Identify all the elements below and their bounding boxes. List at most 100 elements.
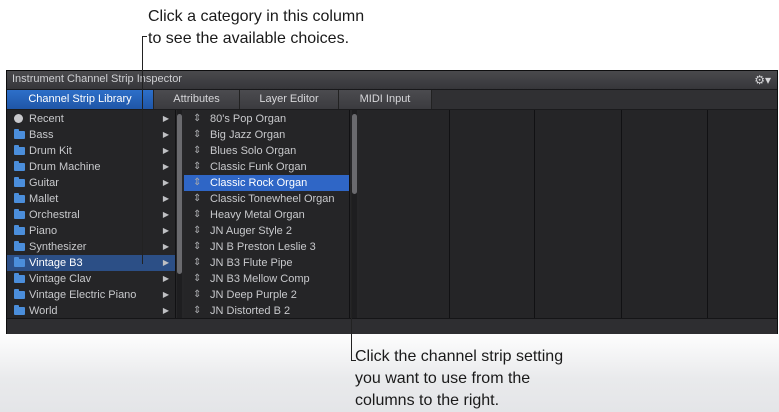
- folder-icon: [14, 161, 25, 171]
- chevron-right-icon: ▶: [162, 258, 169, 267]
- category-item-recent[interactable]: Recent ▶: [7, 111, 175, 127]
- setting-label: Blues Solo Organ: [210, 145, 297, 157]
- folder-icon: [14, 289, 25, 299]
- folder-icon: [14, 193, 25, 203]
- channel-strip-icon: ⇕: [193, 145, 202, 156]
- category-label: Piano: [29, 225, 58, 237]
- category-item-guitar[interactable]: Guitar ▶: [7, 175, 175, 191]
- callout-top-leader: [142, 36, 143, 264]
- channel-strip-icon: ⇕: [193, 241, 202, 252]
- settings-scroll-thumb[interactable]: [352, 114, 357, 194]
- gear-menu-icon[interactable]: ⚙▾: [754, 73, 771, 87]
- chevron-right-icon: ▶: [162, 162, 169, 171]
- category-item-world[interactable]: World ▶: [7, 303, 175, 319]
- callout-bottom-line2: you want to use from the: [355, 370, 531, 387]
- category-item-vintage-b3[interactable]: Vintage B3 ▶: [7, 255, 175, 271]
- tab-channel-strip-library[interactable]: Channel Strip Library: [7, 90, 154, 109]
- setting-label: JN B3 Flute Pipe: [210, 257, 293, 269]
- empty-column: [622, 110, 708, 318]
- chevron-right-icon: ▶: [162, 194, 169, 203]
- browser-columns: Recent ▶ Bass ▶ Drum Kit ▶ Drum Machine …: [7, 110, 777, 318]
- recent-icon: [14, 114, 23, 123]
- channel-strip-icon: ⇕: [193, 257, 202, 268]
- setting-item[interactable]: ⇕ 80's Pop Organ: [184, 111, 349, 127]
- category-scroll-thumb[interactable]: [177, 114, 182, 274]
- setting-label: Classic Funk Organ: [210, 161, 307, 173]
- setting-item[interactable]: ⇕ Big Jazz Organ: [184, 127, 349, 143]
- setting-item[interactable]: ⇕ JN B Preston Leslie 3: [184, 239, 349, 255]
- empty-column: [535, 110, 622, 318]
- channel-strip-icon: ⇕: [193, 209, 202, 220]
- category-item-drum-machine[interactable]: Drum Machine ▶: [7, 159, 175, 175]
- settings-scrollbar[interactable]: [352, 110, 357, 318]
- setting-item[interactable]: ⇕ Classic Tonewheel Organ: [184, 191, 349, 207]
- chevron-right-icon: ▶: [162, 146, 169, 155]
- folder-icon: [14, 225, 25, 235]
- tab-midi-input[interactable]: MIDI Input: [339, 90, 432, 109]
- setting-item[interactable]: ⇕ Heavy Metal Organ: [184, 207, 349, 223]
- channel-strip-icon: ⇕: [193, 289, 202, 300]
- category-label: Drum Machine: [29, 161, 101, 173]
- channel-strip-icon: ⇕: [193, 177, 202, 188]
- setting-label: JN B3 Mellow Comp: [210, 273, 310, 285]
- category-label: Drum Kit: [29, 145, 72, 157]
- folder-icon: [14, 273, 25, 283]
- callout-bottom-line3: columns to the right.: [355, 392, 500, 409]
- chevron-right-icon: ▶: [162, 290, 169, 299]
- channel-strip-icon: ⇕: [193, 129, 202, 140]
- channel-strip-icon: ⇕: [193, 273, 202, 284]
- chevron-right-icon: ▶: [162, 178, 169, 187]
- category-item-bass[interactable]: Bass ▶: [7, 127, 175, 143]
- category-item-drum-kit[interactable]: Drum Kit ▶: [7, 143, 175, 159]
- setting-label: JN Deep Purple 2: [210, 289, 297, 301]
- channel-strip-icon: ⇕: [193, 113, 202, 124]
- setting-item[interactable]: ⇕ JN Auger Style 2: [184, 223, 349, 239]
- chevron-right-icon: ▶: [162, 242, 169, 251]
- channel-strip-icon: ⇕: [193, 193, 202, 204]
- category-column: Recent ▶ Bass ▶ Drum Kit ▶ Drum Machine …: [7, 110, 176, 318]
- horizontal-scrollbar[interactable]: [7, 318, 777, 334]
- category-scrollbar[interactable]: [177, 110, 182, 318]
- inspector-title: Instrument Channel Strip Inspector: [12, 73, 182, 85]
- folder-icon: [14, 305, 25, 315]
- category-label: Synthesizer: [29, 241, 87, 253]
- chevron-right-icon: ▶: [162, 114, 169, 123]
- channel-strip-icon: ⇕: [193, 225, 202, 236]
- callout-setting-instruction: Click the channel strip setting you want…: [355, 346, 563, 412]
- setting-label: Classic Tonewheel Organ: [210, 193, 335, 205]
- tab-bar: Channel Strip Library Attributes Layer E…: [7, 90, 777, 110]
- category-item-mallet[interactable]: Mallet ▶: [7, 191, 175, 207]
- setting-item[interactable]: ⇕ JN B3 Flute Pipe: [184, 255, 349, 271]
- inspector-titlebar: Instrument Channel Strip Inspector ⚙▾: [7, 71, 777, 90]
- setting-item[interactable]: ⇕ JN B3 Mellow Comp: [184, 271, 349, 287]
- settings-column: ⇕ 80's Pop Organ ⇕ Big Jazz Organ ⇕ Blue…: [184, 110, 350, 318]
- folder-icon: [14, 129, 25, 139]
- setting-item[interactable]: ⇕ Classic Funk Organ: [184, 159, 349, 175]
- setting-label: JN Distorted B 2: [210, 305, 291, 317]
- callout-bottom-line1: Click the channel strip setting: [355, 348, 564, 365]
- setting-label: Classic Rock Organ: [210, 177, 308, 189]
- setting-item[interactable]: ⇕ JN Distorted B 2: [184, 303, 349, 319]
- category-item-synthesizer[interactable]: Synthesizer ▶: [7, 239, 175, 255]
- tab-attributes[interactable]: Attributes: [154, 90, 240, 109]
- channel-strip-icon: ⇕: [193, 161, 202, 172]
- category-item-vintage-clav[interactable]: Vintage Clav ▶: [7, 271, 175, 287]
- category-item-orchestral[interactable]: Orchestral ▶: [7, 207, 175, 223]
- setting-item[interactable]: ⇕ Blues Solo Organ: [184, 143, 349, 159]
- chevron-right-icon: ▶: [162, 274, 169, 283]
- folder-icon: [14, 241, 25, 251]
- category-item-vintage-electric-piano[interactable]: Vintage Electric Piano ▶: [7, 287, 175, 303]
- channel-strip-icon: ⇕: [193, 305, 202, 316]
- setting-item-selected[interactable]: ⇕ Classic Rock Organ: [184, 175, 349, 191]
- setting-item[interactable]: ⇕ JN Deep Purple 2: [184, 287, 349, 303]
- callout-category-instruction: Click a category in this column to see t…: [148, 6, 364, 50]
- setting-label: JN B Preston Leslie 3: [210, 241, 316, 253]
- category-label: Mallet: [29, 193, 59, 205]
- category-item-piano[interactable]: Piano ▶: [7, 223, 175, 239]
- setting-label: 80's Pop Organ: [210, 113, 287, 125]
- tab-layer-editor[interactable]: Layer Editor: [240, 90, 339, 109]
- folder-icon: [14, 145, 25, 155]
- setting-label: JN Auger Style 2: [210, 225, 292, 237]
- instrument-channel-strip-inspector: Instrument Channel Strip Inspector ⚙▾ Ch…: [6, 70, 778, 334]
- chevron-right-icon: ▶: [162, 306, 169, 315]
